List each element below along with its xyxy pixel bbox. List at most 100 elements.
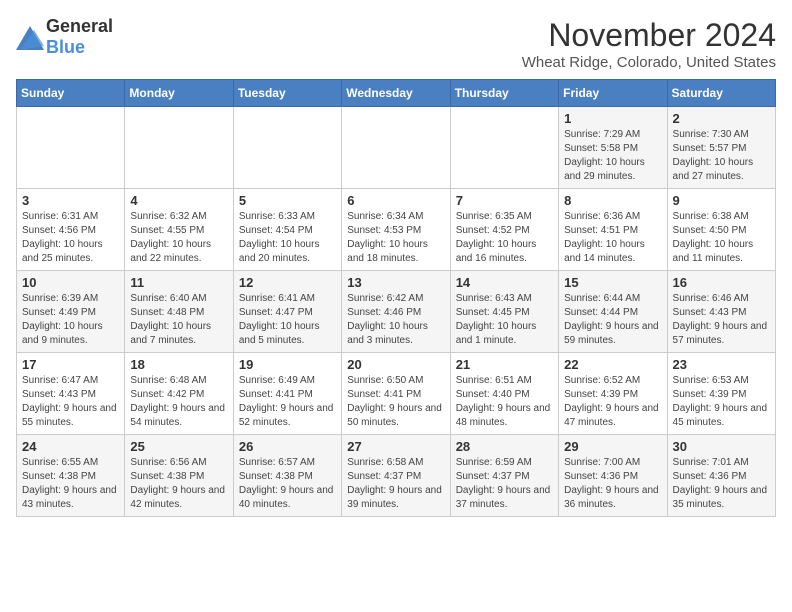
day-number: 12: [239, 275, 336, 290]
calendar-cell: 28 Sunrise: 6:59 AM Sunset: 4:37 PM Dayli…: [450, 435, 558, 517]
calendar-cell: 22 Sunrise: 6:52 AM Sunset: 4:39 PM Dayli…: [559, 353, 667, 435]
calendar-cell: 6 Sunrise: 6:34 AM Sunset: 4:53 PM Daylig…: [342, 189, 450, 271]
cell-content: Sunrise: 6:31 AM Sunset: 4:56 PM Dayligh…: [22, 210, 119, 266]
calendar-cell: 11 Sunrise: 6:40 AM Sunset: 4:48 PM Dayli…: [125, 271, 233, 353]
cell-content: Sunrise: 6:39 AM Sunset: 4:49 PM Dayligh…: [22, 292, 119, 348]
calendar-cell: 8Sunrise: 6:36 AM Sunset: 4:51 PM Daylig…: [559, 189, 667, 271]
day-number: 29: [564, 439, 661, 454]
day-number: 7: [456, 193, 553, 208]
day-number: 10: [22, 275, 119, 290]
calendar-cell: 10 Sunrise: 6:39 AM Sunset: 4:49 PM Dayli…: [17, 271, 125, 353]
calendar-cell: [17, 107, 125, 189]
day-number: 23: [673, 357, 770, 372]
calendar-cell: 2 Sunrise: 7:30 AM Sunset: 5:57 PM Daylig…: [667, 107, 775, 189]
cell-content: Sunrise: 6:41 AM Sunset: 4:47 PM Dayligh…: [239, 292, 336, 348]
cell-content: Sunrise: 6:52 AM Sunset: 4:39 PM Dayligh…: [564, 374, 661, 430]
calendar-cell: 1Sunrise: 7:29 AM Sunset: 5:58 PM Daylig…: [559, 107, 667, 189]
cell-content: Sunrise: 6:32 AM Sunset: 4:55 PM Dayligh…: [130, 210, 227, 266]
calendar-cell: 29 Sunrise: 7:00 AM Sunset: 4:36 PM Dayli…: [559, 435, 667, 517]
logo-text: General Blue: [46, 16, 113, 58]
calendar-cell: 4 Sunrise: 6:32 AM Sunset: 4:55 PM Daylig…: [125, 189, 233, 271]
cell-content: Sunrise: 6:47 AM Sunset: 4:43 PM Dayligh…: [22, 374, 119, 430]
cell-content: Sunrise: 6:44 AM Sunset: 4:44 PM Dayligh…: [564, 292, 661, 348]
col-thursday: Thursday: [450, 80, 558, 107]
cell-content: Sunrise: 6:53 AM Sunset: 4:39 PM Dayligh…: [673, 374, 770, 430]
day-number: 22: [564, 357, 661, 372]
day-number: 14: [456, 275, 553, 290]
logo-blue: Blue: [46, 37, 85, 57]
cell-content: Sunrise: 6:35 AM Sunset: 4:52 PM Dayligh…: [456, 210, 553, 266]
cell-content: Sunrise: 6:42 AM Sunset: 4:46 PM Dayligh…: [347, 292, 444, 348]
month-title: November 2024: [522, 16, 776, 54]
day-number: 16: [673, 275, 770, 290]
day-number: 11: [130, 275, 227, 290]
logo-general: General: [46, 16, 113, 36]
calendar-cell: 15 Sunrise: 6:44 AM Sunset: 4:44 PM Dayli…: [559, 271, 667, 353]
calendar-cell: [233, 107, 341, 189]
day-number: 20: [347, 357, 444, 372]
day-number: 5: [239, 193, 336, 208]
cell-content: Sunrise: 6:36 AM Sunset: 4:51 PM Dayligh…: [564, 210, 661, 266]
calendar-cell: 19 Sunrise: 6:49 AM Sunset: 4:41 PM Dayli…: [233, 353, 341, 435]
calendar-cell: 20 Sunrise: 6:50 AM Sunset: 4:41 PM Dayli…: [342, 353, 450, 435]
col-tuesday: Tuesday: [233, 80, 341, 107]
day-number: 30: [673, 439, 770, 454]
logo-icon: [16, 26, 44, 48]
day-number: 3: [22, 193, 119, 208]
day-number: 2: [673, 111, 770, 126]
cell-content: Sunrise: 6:48 AM Sunset: 4:42 PM Dayligh…: [130, 374, 227, 430]
col-friday: Friday: [559, 80, 667, 107]
calendar-cell: 26 Sunrise: 6:57 AM Sunset: 4:38 PM Dayli…: [233, 435, 341, 517]
cell-content: Sunrise: 6:51 AM Sunset: 4:40 PM Dayligh…: [456, 374, 553, 430]
day-number: 19: [239, 357, 336, 372]
cell-content: Sunrise: 6:50 AM Sunset: 4:41 PM Dayligh…: [347, 374, 444, 430]
day-number: 4: [130, 193, 227, 208]
cell-content: Sunrise: 6:34 AM Sunset: 4:53 PM Dayligh…: [347, 210, 444, 266]
cell-content: Sunrise: 7:01 AM Sunset: 4:36 PM Dayligh…: [673, 456, 770, 512]
calendar-cell: [450, 107, 558, 189]
col-monday: Monday: [125, 80, 233, 107]
day-number: 9: [673, 193, 770, 208]
cell-content: Sunrise: 6:59 AM Sunset: 4:37 PM Dayligh…: [456, 456, 553, 512]
day-number: 26: [239, 439, 336, 454]
cell-content: Sunrise: 6:49 AM Sunset: 4:41 PM Dayligh…: [239, 374, 336, 430]
calendar-cell: [125, 107, 233, 189]
calendar-cell: 16 Sunrise: 6:46 AM Sunset: 4:43 PM Dayli…: [667, 271, 775, 353]
calendar-cell: 21 Sunrise: 6:51 AM Sunset: 4:40 PM Dayli…: [450, 353, 558, 435]
cell-content: Sunrise: 6:58 AM Sunset: 4:37 PM Dayligh…: [347, 456, 444, 512]
calendar-cell: 27Sunrise: 6:58 AM Sunset: 4:37 PM Dayli…: [342, 435, 450, 517]
calendar-table: Sunday Monday Tuesday Wednesday Thursday…: [16, 79, 776, 517]
day-number: 18: [130, 357, 227, 372]
calendar-body: 1Sunrise: 7:29 AM Sunset: 5:58 PM Daylig…: [17, 107, 776, 517]
cell-content: Sunrise: 6:56 AM Sunset: 4:38 PM Dayligh…: [130, 456, 227, 512]
day-number: 28: [456, 439, 553, 454]
cell-content: Sunrise: 6:57 AM Sunset: 4:38 PM Dayligh…: [239, 456, 336, 512]
calendar-cell: [342, 107, 450, 189]
day-number: 6: [347, 193, 444, 208]
calendar-cell: 30 Sunrise: 7:01 AM Sunset: 4:36 PM Dayli…: [667, 435, 775, 517]
cell-content: Sunrise: 6:38 AM Sunset: 4:50 PM Dayligh…: [673, 210, 770, 266]
col-sunday: Sunday: [17, 80, 125, 107]
calendar-cell: 24 Sunrise: 6:55 AM Sunset: 4:38 PM Dayli…: [17, 435, 125, 517]
calendar-cell: 25Sunrise: 6:56 AM Sunset: 4:38 PM Dayli…: [125, 435, 233, 517]
calendar-cell: 23 Sunrise: 6:53 AM Sunset: 4:39 PM Dayli…: [667, 353, 775, 435]
page-header: General Blue November 2024 Wheat Ridge, …: [16, 16, 776, 71]
calendar-cell: 5 Sunrise: 6:33 AM Sunset: 4:54 PM Daylig…: [233, 189, 341, 271]
calendar-cell: 12 Sunrise: 6:41 AM Sunset: 4:47 PM Dayli…: [233, 271, 341, 353]
day-number: 17: [22, 357, 119, 372]
col-wednesday: Wednesday: [342, 80, 450, 107]
calendar-cell: 7 Sunrise: 6:35 AM Sunset: 4:52 PM Daylig…: [450, 189, 558, 271]
cell-content: Sunrise: 6:55 AM Sunset: 4:38 PM Dayligh…: [22, 456, 119, 512]
cell-content: Sunrise: 6:46 AM Sunset: 4:43 PM Dayligh…: [673, 292, 770, 348]
logo: General Blue: [16, 16, 113, 58]
calendar-cell: 14 Sunrise: 6:43 AM Sunset: 4:45 PM Dayli…: [450, 271, 558, 353]
cell-content: Sunrise: 7:30 AM Sunset: 5:57 PM Dayligh…: [673, 128, 770, 184]
calendar-cell: 3 Sunrise: 6:31 AM Sunset: 4:56 PM Daylig…: [17, 189, 125, 271]
cell-content: Sunrise: 7:00 AM Sunset: 4:36 PM Dayligh…: [564, 456, 661, 512]
cell-content: Sunrise: 6:40 AM Sunset: 4:48 PM Dayligh…: [130, 292, 227, 348]
cell-content: Sunrise: 6:43 AM Sunset: 4:45 PM Dayligh…: [456, 292, 553, 348]
day-number: 15: [564, 275, 661, 290]
day-number: 21: [456, 357, 553, 372]
cell-content: Sunrise: 6:33 AM Sunset: 4:54 PM Dayligh…: [239, 210, 336, 266]
day-number: 24: [22, 439, 119, 454]
